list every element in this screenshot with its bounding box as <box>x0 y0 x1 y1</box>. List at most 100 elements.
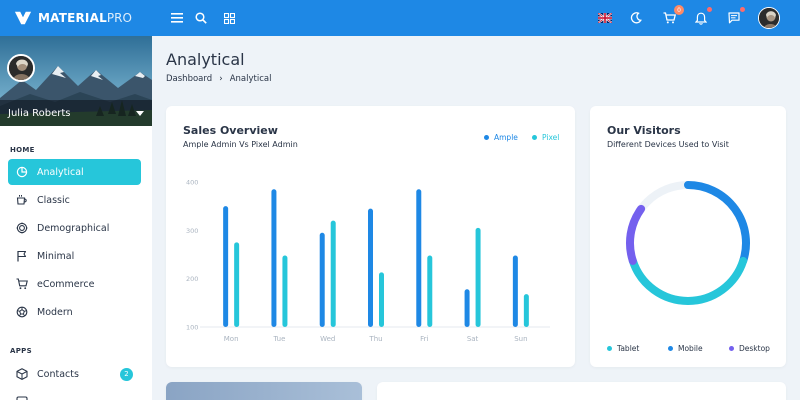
y-tick-label: 300 <box>186 227 198 235</box>
sidebar-item-analytical[interactable]: Analytical <box>8 159 141 185</box>
breadcrumb-current: Analytical <box>229 74 272 84</box>
bar-pixel-tue <box>282 255 288 327</box>
message-icon <box>728 12 740 24</box>
legend-label: Desktop <box>739 344 770 353</box>
sidebar-item-minimal[interactable]: Minimal <box>8 243 141 269</box>
lower-card-partial <box>377 382 786 400</box>
x-tick-label: Thu <box>368 335 382 343</box>
bar-ample-sun <box>512 255 518 327</box>
legend-label: Tablet <box>617 344 640 353</box>
sidebar-item-demographical[interactable]: Demographical <box>8 215 141 241</box>
x-tick-label: Sat <box>467 335 479 343</box>
sidebar: Julia Roberts HOME Analytical Classic De… <box>0 36 152 400</box>
sidebar-item-modern[interactable]: Modern <box>8 299 141 325</box>
chat-icon <box>16 396 28 400</box>
x-tick-label: Mon <box>224 335 239 343</box>
sales-overview-card: Sales Overview Ample Admin Vs Pixel Admi… <box>166 106 575 367</box>
message-dot <box>740 7 745 12</box>
sidebar-item-label: Demographical <box>37 222 110 234</box>
bell-icon <box>695 12 707 25</box>
sidebar-item-ecommerce[interactable]: eCommerce <box>8 271 141 297</box>
sidebar-item-label: Modern <box>37 306 73 318</box>
breadcrumb: Dashboard › Analytical <box>166 74 271 84</box>
y-tick-label: 200 <box>186 275 198 283</box>
sidebar-item-next-partial[interactable] <box>8 389 141 400</box>
sidebar-item-classic[interactable]: Classic <box>8 187 141 213</box>
legend-mobile: Mobile <box>668 344 703 353</box>
bar-ample-thu <box>368 208 373 327</box>
brand-name: MATERIAL <box>38 11 107 25</box>
legend-desktop: Desktop <box>729 344 770 353</box>
donut-slice-desktop <box>626 204 646 265</box>
y-tick-label: 400 <box>186 179 198 187</box>
breadcrumb-dashboard-link[interactable]: Dashboard <box>166 74 212 84</box>
bar-pixel-thu <box>379 272 384 327</box>
nav-caption-home: HOME <box>10 146 35 154</box>
legend-label: Mobile <box>678 344 703 353</box>
nav-caption-apps: APPS <box>10 347 32 355</box>
sidebar-item-label: Classic <box>37 194 70 206</box>
legend-dot <box>607 346 612 351</box>
bar-ample-mon <box>223 206 229 327</box>
box-icon <box>16 368 28 380</box>
sidebar-item-contacts[interactable]: Contacts 2 <box>8 361 141 387</box>
brand[interactable]: MATERIAL PRO <box>0 9 152 27</box>
chevron-down-icon <box>136 110 144 116</box>
cart-icon <box>663 12 676 24</box>
donut-slice-mobile <box>684 181 750 265</box>
top-navbar: MATERIAL PRO 0 <box>0 0 800 36</box>
bar-ample-sat <box>464 289 470 327</box>
flag-icon <box>16 250 28 262</box>
page-title: Analytical <box>166 50 245 69</box>
soccer-ball-icon <box>16 306 28 318</box>
donut-slice-tablet <box>628 256 748 305</box>
uk-flag-icon[interactable] <box>596 9 614 27</box>
contacts-count-badge: 2 <box>120 367 133 381</box>
brand-suffix: PRO <box>106 11 132 25</box>
legend-dot <box>729 346 734 351</box>
sidebar-item-label: Minimal <box>37 250 75 262</box>
bar-pixel-sun <box>523 294 529 327</box>
sidebar-item-label: Analytical <box>37 166 84 178</box>
cart-button[interactable]: 0 <box>660 5 684 27</box>
sidebar-item-label: Contacts <box>37 368 79 380</box>
bar-ample-tue <box>271 189 277 327</box>
image-card-partial <box>166 382 362 400</box>
x-tick-label: Sun <box>514 335 527 343</box>
notification-dot <box>707 7 712 12</box>
bar-ample-wed <box>319 232 325 327</box>
cart-icon <box>16 278 28 290</box>
y-tick-label: 100 <box>186 324 198 332</box>
x-tick-label: Fri <box>420 335 428 343</box>
profile-bar[interactable]: Julia Roberts <box>0 100 152 126</box>
x-tick-label: Wed <box>320 335 335 343</box>
bar-pixel-fri <box>427 255 433 327</box>
bar-ample-fri <box>416 189 422 327</box>
visitors-donut-chart <box>626 181 750 305</box>
apps-grid-icon[interactable] <box>220 9 238 27</box>
bar-pixel-sat <box>475 227 481 327</box>
bar-pixel-mon <box>234 242 240 327</box>
notifications-button[interactable] <box>692 7 712 27</box>
menu-icon[interactable] <box>168 9 186 27</box>
sales-bar-chart: 100 200 300 400 Mon Tue Wed Thu Fri Sat Sun <box>186 179 550 343</box>
cart-count-badge: 0 <box>674 5 684 15</box>
legend-dot <box>668 346 673 351</box>
sidebar-item-label: eCommerce <box>37 278 95 290</box>
search-icon[interactable] <box>192 9 210 27</box>
profile-banner: Julia Roberts <box>0 36 152 126</box>
pie-chart-icon <box>16 166 28 178</box>
chevron-right-icon: › <box>219 74 223 84</box>
bar-pixel-wed <box>330 220 336 327</box>
messages-button[interactable] <box>725 7 745 27</box>
moon-icon[interactable] <box>627 9 645 27</box>
target-icon <box>16 222 28 234</box>
profile-name: Julia Roberts <box>8 107 71 119</box>
x-tick-label: Tue <box>272 335 285 343</box>
user-avatar[interactable] <box>758 7 780 29</box>
brand-logo-icon <box>14 11 32 25</box>
legend-tablet: Tablet <box>607 344 639 353</box>
cup-icon <box>16 194 28 206</box>
our-visitors-card: Our Visitors Different Devices Used to V… <box>590 106 786 367</box>
profile-avatar[interactable] <box>7 54 35 82</box>
